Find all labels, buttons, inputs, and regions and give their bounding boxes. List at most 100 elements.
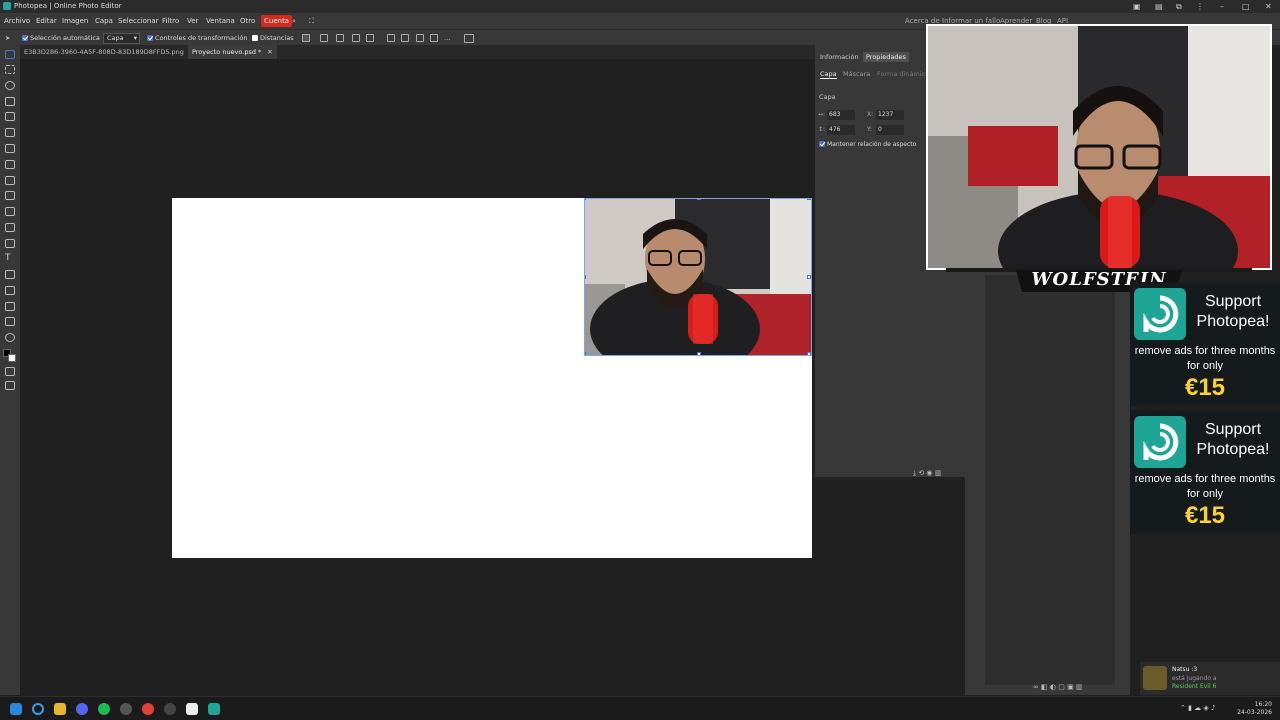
chrome-icon[interactable]	[142, 703, 154, 715]
window-icon-2[interactable]: ▤	[1155, 0, 1163, 13]
discord-icon[interactable]	[76, 703, 88, 715]
terminal-icon[interactable]	[186, 703, 198, 715]
eraser-tool-icon[interactable]	[5, 191, 15, 200]
menu-dots-icon[interactable]: ⋮	[1196, 0, 1204, 13]
auto-select-checkbox[interactable]: Selección automática	[22, 30, 100, 46]
lasso-tool-icon[interactable]	[5, 81, 15, 90]
align-right-icon[interactable]	[352, 34, 360, 42]
menu-archivo[interactable]: Archivo	[4, 13, 30, 29]
magic-wand-tool-icon[interactable]	[5, 97, 15, 106]
transform-handle[interactable]	[585, 275, 586, 279]
menu-filtro[interactable]: Filtro	[162, 13, 179, 29]
transform-controls-check[interactable]	[147, 35, 153, 41]
path-select-tool-icon[interactable]	[5, 270, 15, 279]
pen-tool-icon[interactable]	[5, 286, 15, 295]
search-icon[interactable]	[32, 703, 44, 715]
grid-icon[interactable]	[464, 34, 474, 43]
distances-check[interactable]	[252, 35, 258, 41]
search-icon[interactable]: ⌕	[292, 13, 296, 29]
system-clock[interactable]: 16:20 24-03-2026	[1237, 701, 1272, 717]
transform-handle[interactable]	[585, 352, 586, 355]
gradient-tool-icon[interactable]	[5, 207, 15, 216]
y-field[interactable]: 0	[876, 125, 904, 135]
start-icon[interactable]	[10, 703, 22, 715]
align-left-icon[interactable]	[320, 34, 328, 42]
keep-ratio-checkbox[interactable]: Mantener relación de aspecto	[819, 141, 916, 148]
distribute-2-icon[interactable]	[401, 34, 409, 42]
tab-properties[interactable]: Propiedades	[863, 52, 909, 62]
stamp-tool-icon[interactable]	[5, 176, 15, 185]
quick-mask-icon[interactable]	[5, 367, 15, 376]
more-icon[interactable]: …	[444, 30, 451, 46]
keep-ratio-check[interactable]	[819, 141, 825, 147]
distribute-4-icon[interactable]	[430, 34, 438, 42]
x-field[interactable]: 1237	[876, 110, 904, 120]
menu-seleccionar[interactable]: Seleccionar	[118, 13, 159, 29]
distribute-3-icon[interactable]	[416, 34, 424, 42]
spotify-icon[interactable]	[98, 703, 110, 715]
marquee-tool-icon[interactable]	[5, 65, 15, 74]
window-icon-1[interactable]: ▣	[1133, 0, 1141, 13]
dodge-tool-icon[interactable]	[5, 239, 15, 248]
distribute-1-icon[interactable]	[387, 34, 395, 42]
settings-icon[interactable]	[120, 703, 132, 715]
transform-handle[interactable]	[585, 199, 586, 200]
background-color-swatch[interactable]	[8, 354, 16, 362]
layers-list[interactable]	[985, 275, 1115, 685]
eyedropper-tool-icon[interactable]	[5, 128, 15, 137]
maximize-button[interactable]: □	[1242, 0, 1250, 13]
tab-information[interactable]: Información	[817, 52, 862, 62]
close-window-button[interactable]: ✕	[1265, 0, 1272, 13]
transform-handle[interactable]	[807, 275, 811, 279]
screen-mode-icon[interactable]	[5, 381, 15, 390]
move-tool-icon[interactable]: ➤	[5, 30, 10, 46]
healing-tool-icon[interactable]	[5, 144, 15, 153]
move-tool-icon[interactable]	[5, 50, 15, 59]
blur-tool-icon[interactable]	[5, 223, 15, 232]
align-center-icon[interactable]	[336, 34, 344, 42]
subtab-layer[interactable]: Capa	[820, 70, 837, 79]
game-notification[interactable]: Natsu :3 está jugando a Resident Evil 6	[1140, 662, 1280, 695]
target-select[interactable]: Capa ▾	[103, 33, 140, 44]
text-tool-icon[interactable]: T	[5, 254, 15, 263]
layers-footer-icons[interactable]: ∞ ◧ ◐ ▢ ▣ ▥	[1033, 683, 1083, 691]
selected-layer-image[interactable]	[584, 198, 812, 356]
minimize-button[interactable]: –	[1220, 0, 1224, 13]
menu-otro[interactable]: Otro	[240, 13, 255, 29]
auto-select-check[interactable]	[22, 35, 28, 41]
menu-ventana[interactable]: Ventana	[206, 13, 235, 29]
shape-tool-icon[interactable]	[5, 302, 15, 311]
doc-tab-psd[interactable]: Proyecto nuevo.psd * ✕	[188, 45, 277, 59]
distances-checkbox[interactable]: Distancias	[252, 30, 294, 46]
width-field[interactable]: 683	[827, 110, 855, 120]
fullscreen-icon[interactable]: ⛶	[309, 13, 314, 29]
menu-ver[interactable]: Ver	[187, 13, 198, 29]
align-download-icon[interactable]	[302, 34, 310, 42]
transform-handle[interactable]	[697, 352, 701, 355]
tray-icons[interactable]: ⌃ ▮ ☁ ◈ ♪	[1180, 704, 1215, 712]
photopea-taskbar-icon[interactable]	[208, 703, 220, 715]
window-icon-3[interactable]: ⧉	[1176, 0, 1182, 13]
subtab-live-shape[interactable]: Forma dinámica	[877, 70, 929, 78]
transform-handle[interactable]	[807, 352, 811, 355]
transform-handle[interactable]	[807, 199, 811, 200]
menu-capa[interactable]: Capa	[95, 13, 113, 29]
support-ad-2[interactable]: Support Photopea! remove ads for three m…	[1130, 410, 1280, 534]
menu-imagen[interactable]: Imagen	[62, 13, 88, 29]
hand-tool-icon[interactable]	[5, 317, 15, 326]
account-button[interactable]: Cuenta	[261, 15, 293, 27]
menu-editar[interactable]: Editar	[36, 13, 57, 29]
zoom-tool-icon[interactable]	[5, 333, 15, 342]
height-field[interactable]: 476	[827, 125, 855, 135]
doc-tab-png[interactable]: E3B3D286-3960-4A5F-808D-83D189D8FFD5.png…	[20, 45, 199, 59]
brush-tool-icon[interactable]	[5, 160, 15, 169]
subtab-mask[interactable]: Máscara	[843, 70, 870, 78]
crop-tool-icon[interactable]	[5, 112, 15, 121]
transform-controls-checkbox[interactable]: Controles de transformación	[147, 30, 247, 46]
file-explorer-icon[interactable]	[54, 703, 66, 715]
close-tab-icon[interactable]: ✕	[267, 48, 272, 56]
transform-handle[interactable]	[697, 199, 701, 200]
support-ad-1[interactable]: Support Photopea! remove ads for three m…	[1130, 282, 1280, 406]
media-player-icon[interactable]	[164, 703, 176, 715]
align-top-icon[interactable]	[366, 34, 374, 42]
